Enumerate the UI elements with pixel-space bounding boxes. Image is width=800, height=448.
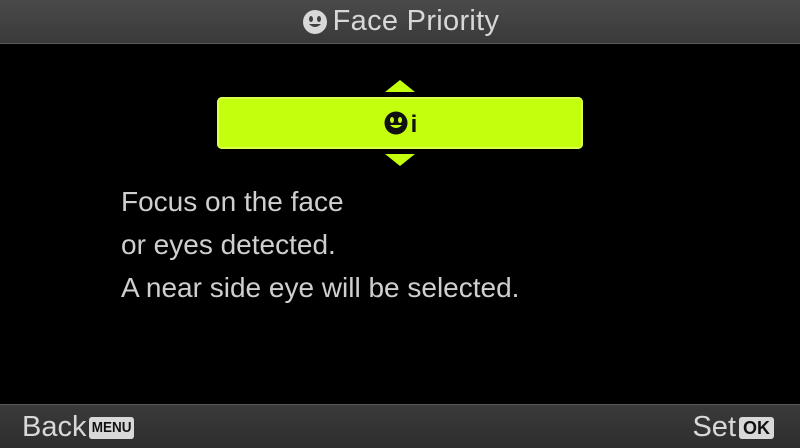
bottom-bar: Back MENU Set OK <box>0 404 800 448</box>
set-label: Set <box>692 411 736 443</box>
description: Focus on the face or eyes detected. A ne… <box>121 180 519 309</box>
face-icon <box>384 111 408 135</box>
menu-key-icon: MENU <box>89 416 135 439</box>
arrow-down-icon[interactable] <box>383 152 417 168</box>
face-priority-option[interactable]: i <box>217 97 583 149</box>
description-line: A near side eye will be selected. <box>121 272 520 303</box>
back-label: Back <box>22 411 87 443</box>
option-suffix: i <box>410 111 418 138</box>
face-priority-icon <box>302 9 327 34</box>
description-line: Focus on the face <box>121 186 344 217</box>
title-bar: Face Priority <box>0 0 800 44</box>
arrow-up-icon[interactable] <box>383 78 417 94</box>
set-button[interactable]: Set OK <box>692 411 774 444</box>
description-line: or eyes detected. <box>121 229 336 260</box>
ok-key-icon: OK <box>739 416 774 439</box>
page-title: Face Priority <box>332 5 500 37</box>
back-button[interactable]: Back MENU <box>22 411 140 444</box>
